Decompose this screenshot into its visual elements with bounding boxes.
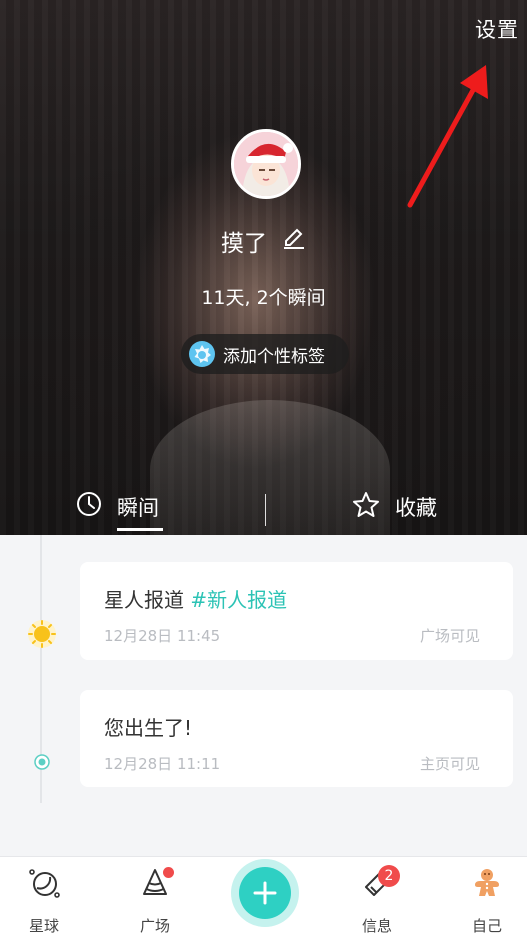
star-icon [353, 492, 379, 517]
nav-item-messages[interactable]: 2 信息 [337, 857, 417, 935]
avatar[interactable] [231, 129, 301, 199]
tab-divider [265, 494, 266, 526]
unread-badge: 2 [378, 865, 400, 887]
nav-item-me[interactable]: 自己 [447, 857, 527, 935]
nav-messages-label: 信息 [361, 917, 392, 935]
moment-time: 12月28日 11:45 [104, 627, 221, 645]
nav-item-planet[interactable]: 星球 [4, 857, 84, 935]
nav-item-plaza[interactable]: 广场 [115, 857, 195, 935]
add-tag-button[interactable]: 添加个性标签 [181, 334, 349, 374]
moment-body: 星人报道 [104, 588, 191, 612]
moment-card[interactable]: 您出生了! 12月28日 11:11 主页可见 [80, 690, 513, 787]
profile-header: 设置 摸了 11天, 2个瞬间 添加个性标签 瞬间 收藏 [0, 0, 527, 535]
nav-plaza-label: 广场 [139, 917, 170, 935]
username-row: 摸了 [0, 224, 527, 258]
tab-favorites-label: 收藏 [395, 496, 437, 520]
plus-icon [253, 881, 277, 905]
tab-active-indicator [117, 528, 163, 531]
edit-icon[interactable] [282, 228, 306, 254]
planet-icon [29, 869, 60, 898]
tab-favorites[interactable]: 收藏 [351, 490, 437, 535]
sun-icon [28, 620, 56, 648]
moment-visibility: 主页可见 [419, 755, 480, 773]
dot-icon [34, 754, 50, 770]
tab-moments[interactable]: 瞬间 [75, 490, 163, 535]
moment-card[interactable]: 星人报道 #新人报道 12月28日 11:45 广场可见 [80, 562, 513, 660]
avatar-image [234, 132, 298, 196]
notification-dot [163, 867, 174, 878]
nav-planet-label: 星球 [28, 917, 59, 935]
gingerbread-icon [475, 869, 499, 896]
moment-time: 12月28日 11:11 [104, 755, 221, 773]
badge-icon [189, 341, 215, 367]
moment-visibility: 广场可见 [419, 627, 480, 645]
fab-inner [239, 867, 291, 919]
moment-text: 您出生了! [104, 716, 193, 740]
profile-tabs: 瞬间 收藏 [0, 490, 527, 535]
annotation-arrow-icon [407, 65, 488, 208]
clock-icon [77, 492, 101, 516]
moment-hashtag[interactable]: #新人报道 [190, 588, 287, 612]
add-tag-label: 添加个性标签 [223, 346, 325, 367]
settings-button[interactable]: 设置 [475, 14, 519, 44]
username: 摸了 [220, 231, 267, 257]
tab-moments-label: 瞬间 [117, 496, 159, 520]
create-post-button[interactable] [231, 859, 299, 927]
moment-text: 星人报道 #新人报道 [104, 584, 287, 613]
nav-me-label: 自己 [471, 917, 502, 935]
profile-stats: 11天, 2个瞬间 [201, 287, 326, 309]
